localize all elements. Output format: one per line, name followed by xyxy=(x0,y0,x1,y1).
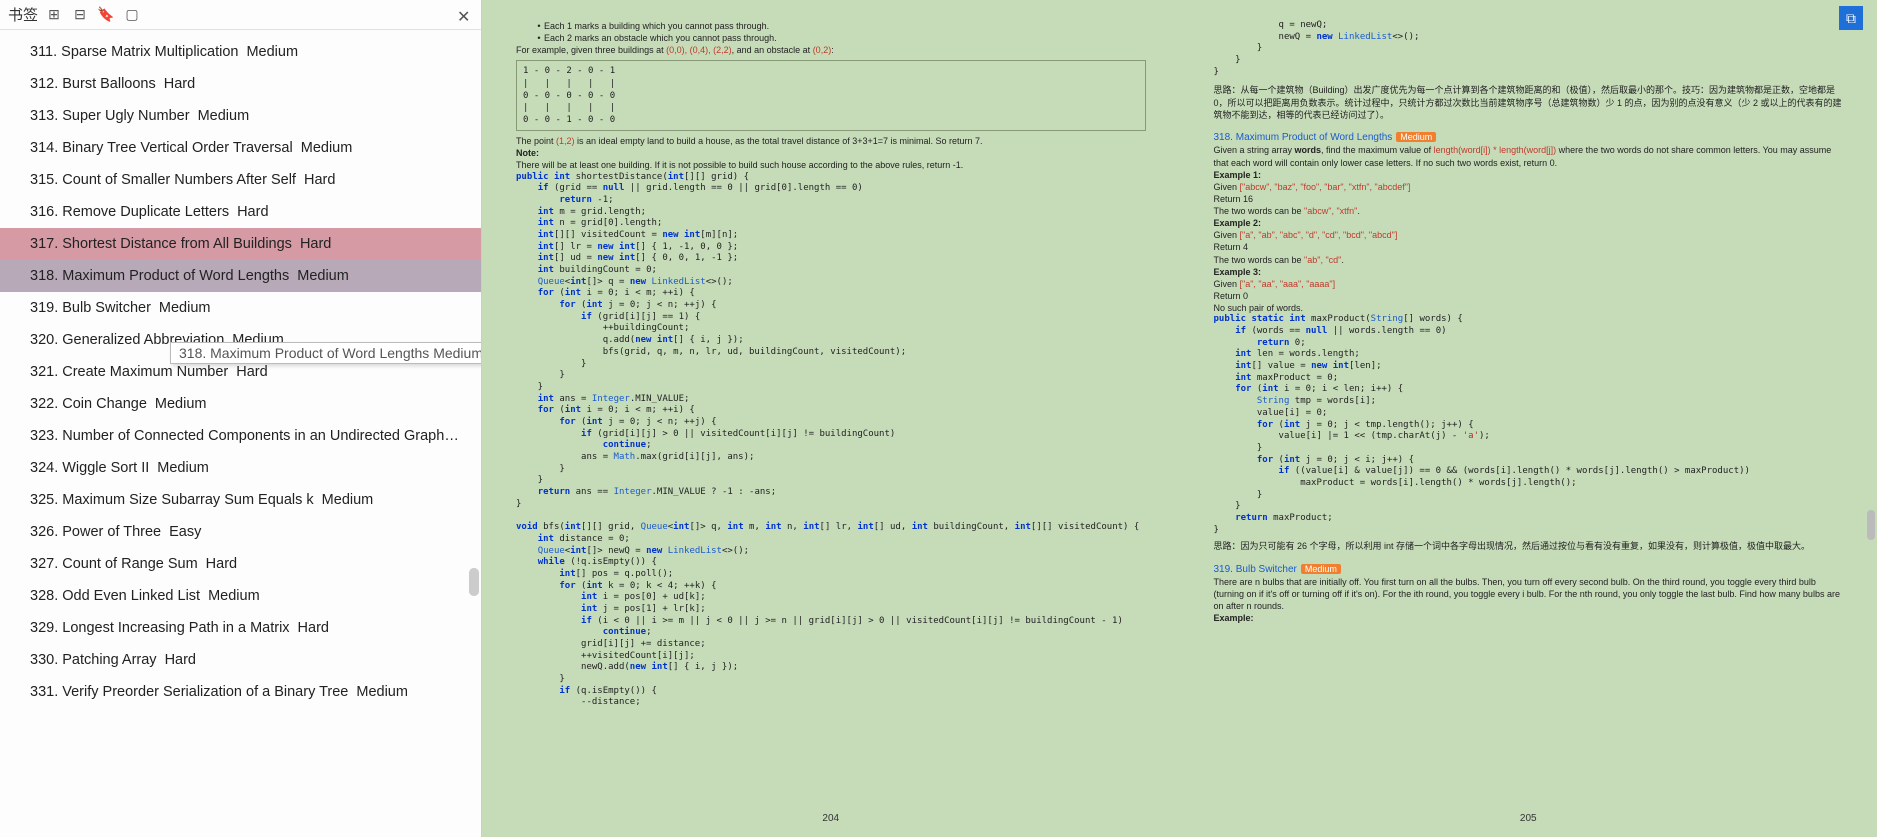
bookmark-item[interactable]: 313. Super Ugly NumberMedium xyxy=(0,100,481,132)
bookmark-item[interactable]: 318. Maximum Product of Word LengthsMedi… xyxy=(0,260,481,292)
bookmark-item[interactable]: 322. Coin ChangeMedium xyxy=(0,388,481,420)
bookmark-item[interactable]: 326. Power of ThreeEasy xyxy=(0,516,481,548)
bookmark-item[interactable]: 317. Shortest Distance from All Building… xyxy=(0,228,481,260)
bookmark-item[interactable]: 330. Patching ArrayHard xyxy=(0,644,481,676)
page-right: q = newQ; newQ = new LinkedList<>(); } }… xyxy=(1180,0,1877,837)
sidebar-header: 书签 ⊞ ⊟ 🔖 ▢ ✕ xyxy=(0,0,481,30)
code-317-cont: q = newQ; newQ = new LinkedList<>(); } }… xyxy=(1214,20,1844,78)
bookmark-item[interactable]: 324. Wiggle Sort IIMedium xyxy=(0,452,481,484)
sidebar-title: 书签 xyxy=(8,4,38,25)
close-icon[interactable]: ✕ xyxy=(457,7,473,23)
difficulty-badge: Medium xyxy=(1301,564,1341,574)
code-318: public static int maxProduct(String[] wo… xyxy=(1214,314,1844,536)
bookmark-item[interactable]: 311. Sparse Matrix MultiplicationMedium xyxy=(0,36,481,68)
page-left: •Each 1 marks a building which you canno… xyxy=(482,0,1180,837)
scrollbar-thumb[interactable] xyxy=(469,568,479,596)
problem-318-desc: Given a string array words, find the max… xyxy=(1214,144,1844,168)
bookmark-add-icon[interactable]: 🔖 xyxy=(98,7,114,23)
bookmark-item[interactable]: 329. Longest Increasing Path in a Matrix… xyxy=(0,612,481,644)
bookmark-item[interactable]: 316. Remove Duplicate LettersHard xyxy=(0,196,481,228)
section-319-title: 319. Bulb SwitcherMedium xyxy=(1214,563,1844,577)
bookmark-item[interactable]: 319. Bulb SwitcherMedium xyxy=(0,292,481,324)
document-view: ⧉ •Each 1 marks a building which you can… xyxy=(482,0,1877,837)
difficulty-badge: Medium xyxy=(1396,132,1436,142)
bookmark-item[interactable]: 325. Maximum Size Subarray Sum Equals kM… xyxy=(0,484,481,516)
bookmark-item[interactable]: 314. Binary Tree Vertical Order Traversa… xyxy=(0,132,481,164)
example-label: Example: xyxy=(1214,612,1844,624)
code-317: public int shortestDistance(int[][] grid… xyxy=(516,172,1146,710)
bookmark-item[interactable]: 323. Number of Connected Components in a… xyxy=(0,420,481,452)
note-text: There will be at least one building. If … xyxy=(516,159,1146,171)
expand-icon[interactable]: ⊞ xyxy=(46,7,62,23)
bookmarks-sidebar: 书签 ⊞ ⊟ 🔖 ▢ ✕ 311. Sparse Matrix Multipli… xyxy=(0,0,482,837)
bookmark-item[interactable]: 327. Count of Range SumHard xyxy=(0,548,481,580)
bookmark-list[interactable]: 311. Sparse Matrix MultiplicationMedium3… xyxy=(0,30,481,837)
sidebar-toolbar: ⊞ ⊟ 🔖 ▢ xyxy=(46,7,457,23)
example-1: Example 1: Given ["abcw", "baz", "foo", … xyxy=(1214,169,1844,218)
bookmark-ribbon-icon[interactable]: ▢ xyxy=(124,7,140,23)
bookmark-item[interactable]: 328. Odd Even Linked ListMedium xyxy=(0,580,481,612)
thought-318: 思路：因为只可能有 26 个字母，所以利用 int 存储一个词中各字母出现情况，… xyxy=(1214,540,1844,552)
problem-319-desc: There are n bulbs that are initially off… xyxy=(1214,576,1844,612)
bullet-1: •Each 1 marks a building which you canno… xyxy=(534,20,1146,32)
thought-317: 思路：从每一个建筑物（Building）出发广度优先为每一个点计算到各个建筑物距… xyxy=(1214,84,1844,120)
bullet-2: •Each 2 marks an obstacle which you cann… xyxy=(534,32,1146,44)
explanation: The point (1,2) is an ideal empty land t… xyxy=(516,135,1146,147)
bookmark-item[interactable]: 315. Count of Smaller Numbers After Self… xyxy=(0,164,481,196)
example-3: Example 3: Given ["a", "aa", "aaa", "aaa… xyxy=(1214,266,1844,315)
tooltip: 318. Maximum Product of Word Lengths Med… xyxy=(170,342,481,364)
section-318-title: 318. Maximum Product of Word LengthsMedi… xyxy=(1214,131,1844,145)
bookmark-item[interactable]: 312. Burst BalloonsHard xyxy=(0,68,481,100)
page-number-left: 204 xyxy=(482,812,1180,826)
example-2: Example 2: Given ["a", "ab", "abc", "d",… xyxy=(1214,217,1844,266)
note-label: Note: xyxy=(516,147,1146,159)
grid-diagram: 1 - 0 - 2 - 0 - 1 | | | | | 0 - 0 - 0 - … xyxy=(516,60,1146,131)
page-number-right: 205 xyxy=(1180,812,1877,826)
example-line: For example, given three buildings at (0… xyxy=(516,44,1146,56)
collapse-icon[interactable]: ⊟ xyxy=(72,7,88,23)
bookmark-item[interactable]: 331. Verify Preorder Serialization of a … xyxy=(0,676,481,708)
